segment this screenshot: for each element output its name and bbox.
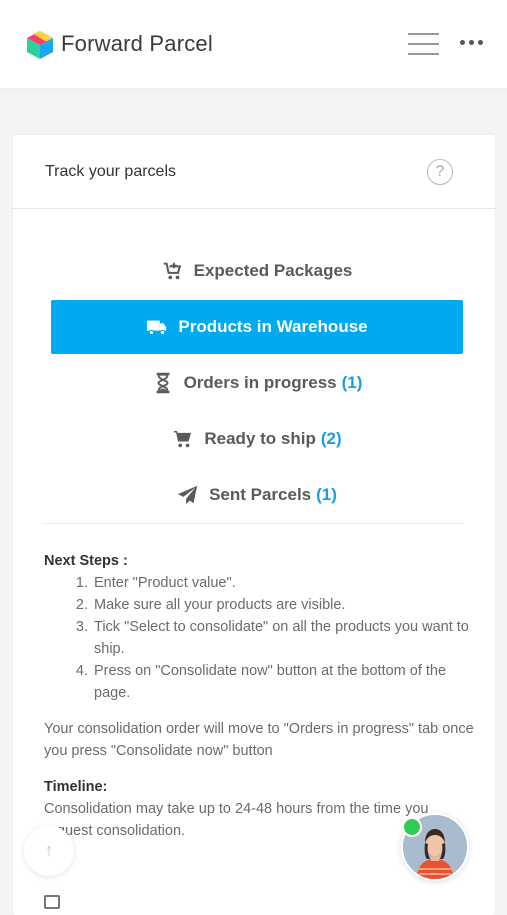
timeline-heading: Timeline: xyxy=(44,779,108,795)
next-steps-list: Enter "Product value". Make sure all you… xyxy=(44,572,474,704)
tab-count: (1) xyxy=(341,373,363,392)
cube-logo-icon[interactable] xyxy=(26,30,54,60)
tab-expected-packages[interactable]: Expected Packages xyxy=(51,244,463,298)
tab-sent-parcels[interactable]: Sent Parcels (1) xyxy=(51,468,463,522)
hamburger-icon[interactable] xyxy=(408,33,439,55)
tab-label: Expected Packages xyxy=(193,261,353,280)
tab-count: (2) xyxy=(320,429,342,448)
more-dots-icon[interactable] xyxy=(459,38,485,48)
tab-count: (1) xyxy=(316,485,337,504)
tab-products-in-warehouse[interactable]: Products in Warehouse xyxy=(51,300,463,354)
cart-plus-icon xyxy=(163,262,181,280)
list-item: Make sure all your products are visible. xyxy=(92,594,474,616)
cart-icon xyxy=(174,430,192,448)
online-indicator xyxy=(402,817,422,837)
tab-label: Orders in progress xyxy=(183,373,337,392)
top-bar: Forward Parcel xyxy=(0,0,507,88)
consolidation-note: Your consolidation order will move to "O… xyxy=(44,721,474,759)
chat-widget[interactable] xyxy=(401,813,469,881)
card-header: Track your parcels ? xyxy=(13,135,495,209)
tab-label: Ready to ship xyxy=(204,429,316,448)
tab-ready-to-ship[interactable]: Ready to ship (2) xyxy=(51,412,463,466)
tab-label: Products in Warehouse xyxy=(178,317,368,336)
tab-label: Sent Parcels xyxy=(209,485,312,504)
brand-name[interactable]: Forward Parcel xyxy=(61,31,213,57)
hourglass-icon xyxy=(156,372,169,394)
question-circle-icon[interactable]: ? xyxy=(427,159,453,185)
list-item: Enter "Product value". xyxy=(92,572,474,594)
card-title: Track your parcels xyxy=(45,163,176,180)
tab-orders-in-progress[interactable]: Orders in progress (1) xyxy=(51,356,463,410)
track-parcels-card: Track your parcels ? Expected Packages P… xyxy=(13,135,495,915)
truck-icon xyxy=(147,320,167,336)
paper-plane-icon xyxy=(177,485,198,505)
next-steps-heading: Next Steps : xyxy=(44,553,128,569)
divider xyxy=(44,523,464,524)
checkbox[interactable] xyxy=(44,895,60,909)
arrow-up-icon[interactable]: ↑ xyxy=(24,826,74,876)
instructions: Next Steps : Enter "Product value". Make… xyxy=(44,550,474,842)
list-item: Press on "Consolidate now" button at the… xyxy=(92,660,474,704)
list-item: Tick "Select to consolidate" on all the … xyxy=(92,616,474,660)
